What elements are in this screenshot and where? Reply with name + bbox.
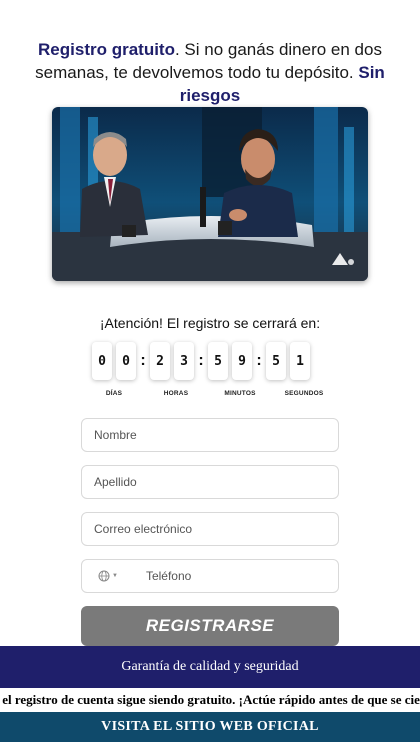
seconds-digit-2: 1 xyxy=(290,342,310,380)
label-minutes: MINUTOS xyxy=(224,390,256,397)
hours-digit-1: 2 xyxy=(150,342,170,380)
globe-icon xyxy=(98,570,110,582)
hours-digit-2: 3 xyxy=(174,342,194,380)
tv-studio-interview-image xyxy=(52,107,368,281)
countdown-heading: ¡Atención! El registro se cerrará en: xyxy=(99,315,321,331)
separator: : xyxy=(140,352,146,369)
headline-lead: Registro gratuito xyxy=(38,40,175,59)
minutes-digit-1: 5 xyxy=(208,342,228,380)
phone-placeholder: Teléfono xyxy=(145,569,192,583)
last-name-placeholder: Apellido xyxy=(94,475,137,489)
separator: : xyxy=(256,352,262,369)
phone-field[interactable]: ▼ Teléfono xyxy=(81,559,339,593)
chevron-down-icon: ▼ xyxy=(112,573,118,579)
country-selector[interactable]: ▼ xyxy=(98,570,118,582)
news-ticker: de 26.03.2026, el registro de cuenta sig… xyxy=(0,688,420,712)
days-digit-2: 0 xyxy=(116,342,136,380)
countdown-timer: 0 0 : 2 3 : 5 9 : 5 1 xyxy=(92,342,332,380)
register-button[interactable]: REGISTRARSE xyxy=(81,606,339,646)
first-name-field[interactable]: Nombre xyxy=(81,418,339,452)
separator: : xyxy=(198,352,204,369)
ticker-text: de 26.03.2026, el registro de cuenta sig… xyxy=(0,692,420,707)
label-hours: HORAS xyxy=(163,390,189,397)
guarantee-banner: Garantía de calidad y seguridad xyxy=(0,646,420,688)
last-name-field[interactable]: Apellido xyxy=(81,465,339,499)
interview-video[interactable] xyxy=(52,107,368,281)
first-name-placeholder: Nombre xyxy=(94,428,137,442)
seconds-digit-1: 5 xyxy=(266,342,286,380)
minutes-digit-2: 9 xyxy=(232,342,252,380)
visit-official-site-button[interactable]: VISITA EL SITIO WEB OFICIAL xyxy=(0,712,420,742)
email-field[interactable]: Correo electrónico xyxy=(81,512,339,546)
headline: Registro gratuito. Si no ganás dinero en… xyxy=(20,38,400,107)
label-days: DÍAS xyxy=(105,390,123,397)
email-placeholder: Correo electrónico xyxy=(94,522,193,536)
days-digit-1: 0 xyxy=(92,342,112,380)
countdown-labels: DÍAS HORAS MINUTOS SEGUNDOS xyxy=(92,390,332,400)
label-seconds: SEGUNDOS xyxy=(284,390,324,397)
